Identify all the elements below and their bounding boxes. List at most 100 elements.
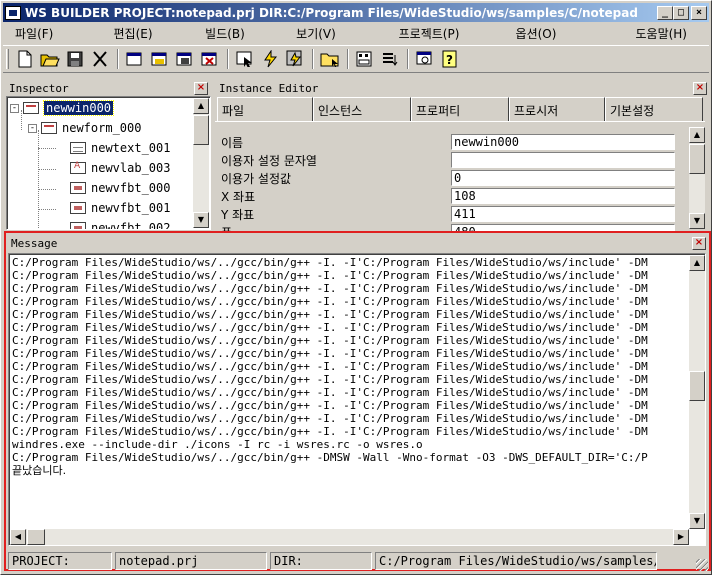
layout-icon[interactable]	[353, 47, 377, 71]
scroll-right-icon[interactable]: ▶	[673, 529, 689, 545]
scroll-up-icon[interactable]: ▲	[193, 98, 209, 114]
save-icon[interactable]	[63, 47, 87, 71]
scroll-thumb[interactable]	[27, 529, 45, 545]
message-line: C:/Program Files/WideStudio/ws/../gcc/bi…	[12, 256, 648, 269]
tree-item-newvfbt_002[interactable]: newvfbt_002	[70, 218, 170, 229]
inspector-close-button[interactable]: ×	[194, 82, 208, 95]
cut-icon[interactable]	[88, 47, 112, 71]
tree-item-label: newvlab_003	[91, 161, 171, 175]
menu-bar: 파일(F) 편집(E) 빌드(B) 보기(V) 프로젝트(P) 옵션(O) 도움…	[3, 23, 709, 43]
tab-property[interactable]: 프로퍼티	[411, 97, 509, 121]
open-window-icon[interactable]	[148, 47, 172, 71]
property-row: X 좌표 108	[217, 187, 689, 205]
menu-build[interactable]: 빌드(B)	[177, 25, 273, 42]
close-window-icon[interactable]	[198, 47, 222, 71]
property-value-field[interactable]: 411	[451, 206, 675, 222]
title-bar[interactable]: WS BUILDER PROJECT:notepad.prj DIR:C:/Pr…	[3, 3, 709, 22]
scroll-down-icon[interactable]: ▼	[689, 213, 705, 229]
property-value-field[interactable]: 480	[451, 224, 675, 231]
toolbar-grip[interactable]	[6, 49, 9, 69]
instance-editor-close-button[interactable]: ×	[693, 82, 707, 95]
button-node-icon	[70, 222, 86, 229]
scroll-thumb[interactable]	[689, 371, 705, 401]
menu-options[interactable]: 옵션(O)	[499, 25, 573, 42]
scroll-thumb[interactable]	[193, 115, 209, 145]
resize-grip-icon[interactable]	[696, 559, 708, 571]
message-close-button[interactable]: ×	[692, 237, 706, 250]
instance-editor-tabs: 파일 인스턴스 프로퍼티 프로시저 기본설정	[217, 97, 703, 121]
property-row: Y 좌표 411	[217, 205, 689, 223]
property-name: 이용가 설정값	[221, 171, 292, 186]
message-line: C:/Program Files/WideStudio/ws/../gcc/bi…	[12, 451, 648, 464]
tree-item-newvfbt_001[interactable]: newvfbt_001	[70, 198, 170, 218]
text-node-icon	[70, 142, 86, 154]
tab-instance[interactable]: 인스턴스	[313, 97, 411, 121]
tab-default-settings[interactable]: 기본설정	[605, 97, 703, 121]
tree-item-newtext_001[interactable]: newtext_001	[70, 138, 170, 158]
property-value-field[interactable]: newwin000	[451, 134, 675, 150]
tree-item-label: newtext_001	[91, 141, 171, 155]
list-icon[interactable]	[378, 47, 402, 71]
button-node-icon	[70, 182, 86, 194]
toolbar-separator	[227, 49, 229, 69]
scroll-up-icon[interactable]: ▲	[689, 255, 705, 271]
new-file-icon[interactable]	[13, 47, 37, 71]
tree-item-label: newwin000	[42, 100, 115, 116]
instance-editor-title: Instance Editor	[219, 81, 319, 95]
select-icon[interactable]	[233, 47, 257, 71]
message-title: Message	[11, 236, 58, 250]
new-window-icon[interactable]	[123, 47, 147, 71]
message-line: C:/Program Files/WideStudio/ws/../gcc/bi…	[12, 386, 648, 399]
menu-help[interactable]: 도움말(H)	[573, 25, 693, 42]
property-row: 이용가 설정값 0	[217, 169, 689, 187]
tree-item-label: newvfbt_002	[91, 221, 171, 229]
scroll-left-icon[interactable]: ◀	[10, 529, 26, 545]
menu-view[interactable]: 보기(V)	[273, 25, 359, 42]
menu-file[interactable]: 파일(F)	[9, 25, 89, 42]
scroll-up-icon[interactable]: ▲	[689, 127, 705, 143]
property-name: 이용자 설정 문자열	[221, 153, 317, 168]
collapse-icon[interactable]: -	[10, 103, 19, 113]
tree-item-newform_000[interactable]: - newform_000	[28, 118, 141, 138]
message-vertical-scrollbar[interactable]: ▲ ▼	[689, 255, 705, 529]
build-icon[interactable]	[258, 47, 282, 71]
status-project-value: notepad.prj	[115, 552, 267, 570]
button-node-icon	[70, 202, 86, 214]
menu-project[interactable]: 프로젝트(P)	[359, 25, 499, 42]
close-button[interactable]: ×	[691, 5, 707, 20]
save-window-icon[interactable]	[173, 47, 197, 71]
preview-icon[interactable]	[413, 47, 437, 71]
message-line: C:/Program Files/WideStudio/ws/../gcc/bi…	[12, 399, 648, 412]
scroll-down-icon[interactable]: ▼	[689, 513, 705, 529]
property-value-field[interactable]: 108	[451, 188, 675, 204]
scroll-thumb[interactable]	[689, 144, 705, 174]
tab-file[interactable]: 파일	[217, 97, 313, 121]
property-vertical-scrollbar[interactable]: ▲ ▼	[689, 127, 705, 229]
run-icon[interactable]	[283, 47, 307, 71]
property-value-field[interactable]: 0	[451, 170, 675, 186]
minimize-button[interactable]: _	[657, 5, 673, 20]
message-line: C:/Program Files/WideStudio/ws/../gcc/bi…	[12, 308, 648, 321]
message-horizontal-scrollbar[interactable]: ◀ ▶	[10, 529, 689, 545]
help-icon[interactable]: ?	[438, 47, 462, 71]
tab-procedure[interactable]: 프로시저	[509, 97, 605, 121]
label-node-icon	[70, 161, 86, 174]
scroll-down-icon[interactable]: ▼	[193, 212, 209, 228]
toolbar: ?	[3, 45, 709, 73]
open-folder-icon[interactable]	[38, 47, 62, 71]
tree-item-newwin000[interactable]: - newwin000	[10, 98, 115, 118]
folder-icon[interactable]	[318, 47, 342, 71]
inspector-vertical-scrollbar[interactable]: ▲ ▼	[193, 98, 209, 228]
property-row: 이용자 설정 문자열	[217, 151, 689, 169]
inspector-title: Inspector	[9, 81, 69, 95]
tree-item-newvlab_003[interactable]: newvlab_003	[70, 158, 170, 178]
tree-item-newvfbt_000[interactable]: newvfbt_000	[70, 178, 170, 198]
menu-edit[interactable]: 편집(E)	[89, 25, 177, 42]
tab-panel-border	[215, 121, 705, 123]
message-line: C:/Program Files/WideStudio/ws/../gcc/bi…	[12, 347, 648, 360]
property-value-field[interactable]	[451, 152, 675, 168]
maximize-button[interactable]: □	[673, 5, 689, 20]
message-output[interactable]: C:/Program Files/WideStudio/ws/../gcc/bi…	[9, 254, 687, 528]
property-name: Y 좌표	[221, 207, 255, 222]
collapse-icon[interactable]: -	[28, 123, 37, 133]
